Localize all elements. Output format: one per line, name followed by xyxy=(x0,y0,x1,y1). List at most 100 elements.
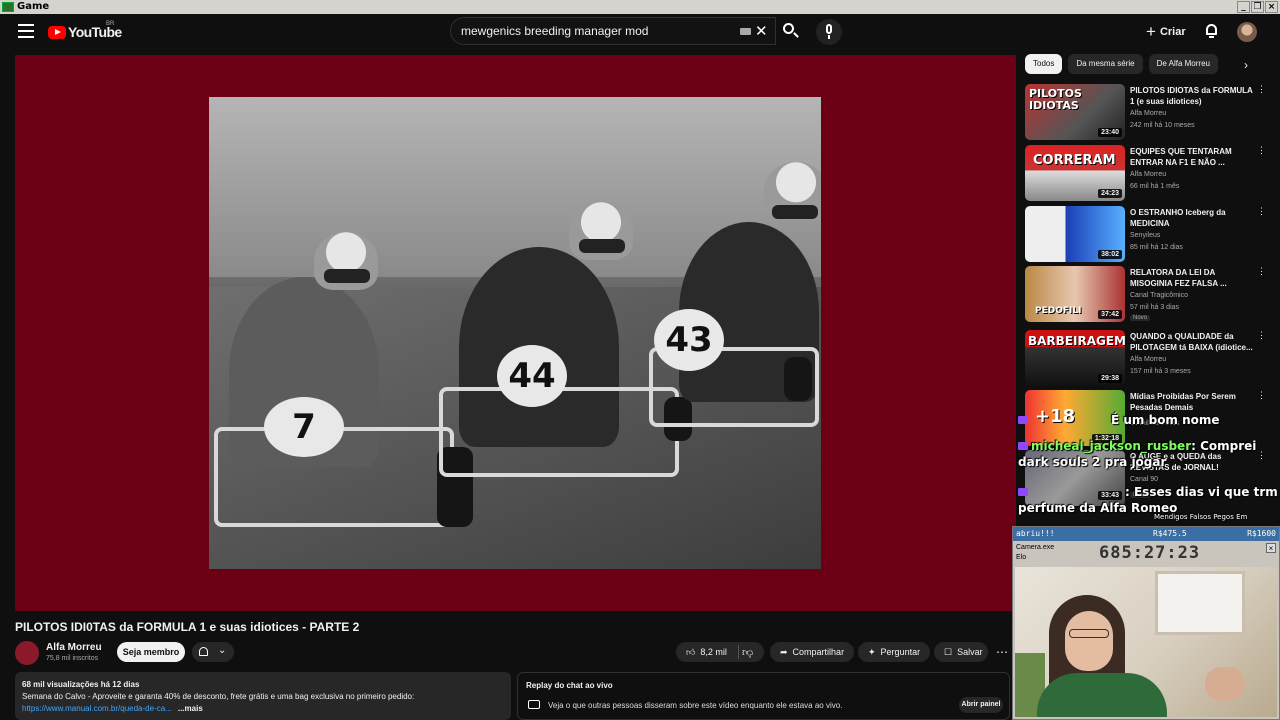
chat-line: micheal_jackson_rusber: Comprei xyxy=(1018,439,1256,453)
video-title: PILOTOS IDI0TAS da FORMULA 1 e suas idio… xyxy=(15,620,360,634)
share-button[interactable]: ➦ Compartilhar xyxy=(770,642,854,662)
channel-avatar[interactable] xyxy=(15,641,39,665)
chat-message: : Esses dias vi que trm xyxy=(1125,485,1278,499)
recommendation-meta: 57 mil há 3 dias xyxy=(1130,304,1180,311)
recommendation-item[interactable]: BARBEIRAGEM 29:38 QUANDO a QUALIDADE da … xyxy=(1025,330,1273,386)
restore-icon[interactable]: ❐ xyxy=(1251,1,1264,13)
recommendation-title: O ESTRANHO Iceberg da MEDICINA xyxy=(1130,208,1226,228)
view-stats: 68 mil visualizações há 12 dias xyxy=(22,680,140,689)
chat-icon xyxy=(528,700,540,709)
video-duration: 24:23 xyxy=(1098,189,1122,198)
sparkle-icon: ✦ xyxy=(868,646,876,657)
chat-message: É um bom nome xyxy=(1111,413,1220,427)
thumbnail-text: PILOTOS IDIOTAS xyxy=(1029,87,1082,112)
more-actions-icon[interactable]: ⋯ xyxy=(996,645,1008,659)
open-chat-panel-button[interactable]: Abrir painel xyxy=(959,697,1003,713)
search-icon xyxy=(783,23,794,34)
description-text: Semana do Calvo - Aproveite e garanta 40… xyxy=(22,692,415,701)
video-duration: 37:42 xyxy=(1098,310,1122,319)
window-titlebar: Game _ ❐ × xyxy=(0,0,1280,14)
recommendation-meta: 157 mil há 3 meses xyxy=(1130,368,1191,375)
recommendation-channel: Alfa Morreu xyxy=(1130,356,1167,363)
kart-number-43: 43 xyxy=(654,309,724,371)
show-more-link[interactable]: ...mais xyxy=(178,704,203,713)
video-player[interactable]: 7 44 43 xyxy=(15,55,1016,611)
recommendation-channel: Alfa Morreu xyxy=(1130,110,1167,117)
more-options-icon[interactable]: ⋮ xyxy=(1257,84,1266,95)
chip-all[interactable]: Todos xyxy=(1025,54,1063,74)
chat-line: : Esses dias vi que trm xyxy=(1018,485,1278,499)
keyboard-icon[interactable] xyxy=(740,28,751,35)
search-button[interactable] xyxy=(776,17,806,45)
description-box[interactable]: 68 mil visualizações há 12 dias Semana d… xyxy=(15,672,511,720)
recommendation-item[interactable]: PEDOFILI 37:42 RELATORA DA LEI DA MISOGI… xyxy=(1025,266,1273,322)
recommendation-meta: 85 mil há 12 dias xyxy=(1130,244,1183,251)
chat-badge-icon xyxy=(1018,416,1028,424)
more-options-icon[interactable]: ⋮ xyxy=(1257,390,1266,401)
voice-search-button[interactable] xyxy=(816,19,842,45)
close-window-icon[interactable]: × xyxy=(1265,1,1278,13)
create-button[interactable]: + Criar xyxy=(1146,22,1186,42)
account-avatar[interactable] xyxy=(1237,22,1257,42)
video-thumbnail: PILOTOS IDIOTAS 23:40 xyxy=(1025,84,1125,140)
camera-sub-label: Elo xyxy=(1016,554,1027,561)
stream-timer: 685:27:23 xyxy=(1099,543,1201,563)
recommendation-item[interactable]: CORRERAM 24:23 EQUIPES QUE TENTARAM ENTR… xyxy=(1025,145,1273,201)
clear-search-icon[interactable]: ✕ xyxy=(755,22,768,40)
hamburger-menu-icon[interactable] xyxy=(18,24,34,38)
chevron-right-icon[interactable]: › xyxy=(1244,58,1248,72)
notifications-bell-icon[interactable] xyxy=(1205,24,1218,38)
youtube-logo[interactable]: YouTube BR xyxy=(48,21,122,40)
more-options-icon[interactable]: ⋮ xyxy=(1257,206,1266,217)
subscriber-count: 75,8 mil inscritos xyxy=(46,655,99,662)
recommendation-meta: 242 mil há 10 meses xyxy=(1130,122,1195,129)
save-button[interactable]: ☐ Salvar xyxy=(934,642,988,662)
chat-badge-icon xyxy=(1018,488,1028,496)
share-label: Compartilhar xyxy=(792,647,845,657)
ask-button[interactable]: ✦ Perguntar xyxy=(858,642,930,662)
recommendation-title: RELATORA DA LEI DA MISOGINIA FEZ FALSA .… xyxy=(1130,268,1227,288)
video-duration: 29:38 xyxy=(1098,374,1122,383)
chip-same-series[interactable]: Da mesma série xyxy=(1068,54,1143,74)
thumbs-down-icon[interactable]: 👎︎ xyxy=(742,646,753,659)
description-link[interactable]: https://www.manual.com.br/queda-de-ca... xyxy=(22,704,172,713)
partial-recommendation-title: Mendigos Falsos Pegos Em xyxy=(1154,513,1248,521)
search-box: ✕ xyxy=(450,17,776,45)
video-thumbnail: BARBEIRAGEM 29:38 xyxy=(1025,330,1125,386)
chat-badge-icon xyxy=(1018,442,1028,450)
donation-goal: R$1600 xyxy=(1247,529,1276,538)
more-options-icon[interactable]: ⋮ xyxy=(1257,145,1266,156)
stream-chat-overlay: É um bom nome micheal_jackson_rusber: Co… xyxy=(1018,409,1278,524)
more-options-icon[interactable]: ⋮ xyxy=(1257,330,1266,341)
chip-from-channel[interactable]: De Alfa Morreu xyxy=(1148,54,1218,74)
donation-label: abriu!!! xyxy=(1016,529,1055,538)
video-duration: 38:02 xyxy=(1098,250,1122,259)
window-title: Game xyxy=(17,1,50,12)
chat-line: É um bom nome xyxy=(1018,413,1220,427)
chat-message: : Comprei xyxy=(1191,439,1257,453)
recommendation-item[interactable]: PILOTOS IDIOTAS 23:40 PILOTOS IDIOTAS da… xyxy=(1025,84,1273,140)
kart-number-44: 44 xyxy=(497,345,567,407)
subscription-notifications-button[interactable]: ⌄ xyxy=(192,642,234,662)
share-icon: ➦ xyxy=(780,646,788,657)
chevron-down-icon: ⌄ xyxy=(218,645,227,656)
channel-name[interactable]: Alfa Morreu xyxy=(46,642,102,653)
chat-replay-message: Veja o que outras pessoas disseram sobre… xyxy=(548,701,843,710)
window-controls: _ ❐ × xyxy=(1237,1,1278,13)
donation-current: R$475.5 xyxy=(1153,529,1187,538)
close-icon[interactable]: × xyxy=(1266,543,1276,553)
save-label: Salvar xyxy=(957,647,983,657)
app-icon xyxy=(2,2,14,12)
webcam-feed xyxy=(1015,567,1277,717)
more-options-icon[interactable]: ⋮ xyxy=(1257,266,1266,277)
like-count: 8,2 mil xyxy=(700,647,727,657)
video-thumbnail: PEDOFILI 37:42 xyxy=(1025,266,1125,322)
minimize-icon[interactable]: _ xyxy=(1237,1,1250,13)
chat-username: micheal_jackson_rusber xyxy=(1031,439,1192,453)
recommendation-item[interactable]: 38:02 O ESTRANHO Iceberg da MEDICINA Sen… xyxy=(1025,206,1273,262)
recommendation-title: PILOTOS IDIOTAS da FORMULA 1 (e suas idi… xyxy=(1130,86,1253,106)
plus-icon: + xyxy=(1146,22,1156,41)
join-membership-button[interactable]: Seja membro xyxy=(117,642,185,662)
create-label: Criar xyxy=(1159,26,1186,38)
search-input[interactable] xyxy=(461,24,731,38)
